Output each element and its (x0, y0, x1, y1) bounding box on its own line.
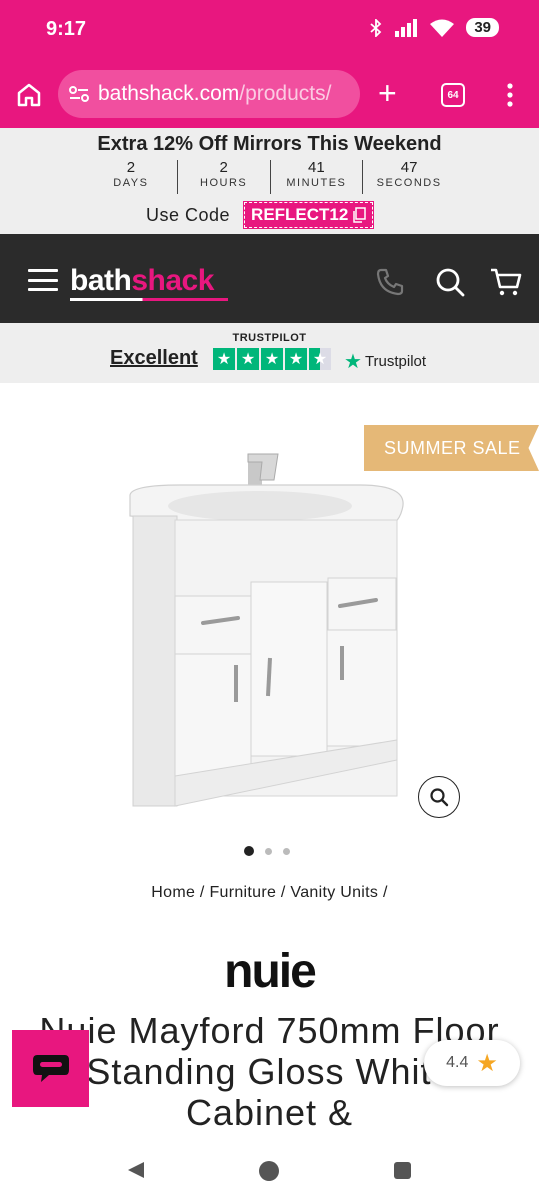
wifi-icon (430, 19, 455, 37)
url-text: bathshack.com/products/ (98, 82, 331, 106)
bluetooth-icon (370, 18, 382, 37)
carousel-dot[interactable] (265, 847, 272, 855)
review-rating: 4.4 (446, 1054, 469, 1071)
system-nav-bar (0, 1140, 539, 1200)
trustpilot-heading: TRUSTPILOT (232, 332, 307, 344)
logo-underline (70, 298, 228, 301)
zoom-button[interactable] (418, 776, 460, 818)
back-icon[interactable] (126, 1160, 146, 1180)
search-icon[interactable] (434, 266, 466, 298)
image-carousel-dots (244, 846, 290, 856)
trustpilot-brand: Trustpilot (364, 353, 427, 370)
logo-shack: shack (131, 264, 214, 297)
phone-icon[interactable] (374, 266, 406, 298)
trustpilot-bar[interactable]: TRUSTPILOT Excellent ★ ★ ★ ★ ★ ★ Trustpil… (0, 323, 539, 383)
trustpilot-stars: ★ ★ ★ ★ ★ (213, 348, 331, 370)
breadcrumb: Home / Furniture / Vanity Units / (151, 884, 388, 901)
chat-icon (32, 1054, 69, 1082)
copy-icon (353, 207, 367, 223)
promo-banner: Extra 12% Off Mirrors This Weekend 2 DAYS… (0, 128, 539, 234)
promo-code-label: Use Code (146, 204, 231, 225)
breadcrumb-furniture[interactable]: Furniture (209, 884, 276, 901)
status-bar: 9:17 39 (0, 0, 539, 62)
countdown-seconds: 47 SECONDS (363, 160, 455, 194)
browser-toolbar: bathshack.com/products/ + 64 (0, 62, 539, 128)
promo-code-row: Use Code REFLECT12 (146, 201, 375, 229)
url-path: /products/ (239, 82, 332, 105)
trustpilot-rating-text: Excellent (110, 347, 198, 369)
countdown-value: 2 (126, 159, 136, 176)
countdown-value: 41 (308, 159, 325, 176)
logo-bath: bath (70, 264, 132, 297)
promo-title: Extra 12% Off Mirrors This Weekend (97, 133, 442, 155)
star-icon: ★ (237, 348, 259, 370)
trustpilot-logo: ★ Trustpilot (344, 349, 426, 374)
countdown-label: DAYS (113, 177, 149, 189)
countdown-value: 47 (400, 159, 418, 176)
countdown-minutes: 41 MINUTES (271, 160, 364, 194)
star-icon: ★ (213, 348, 235, 370)
url-domain: bathshack.com (98, 82, 240, 105)
star-icon: ★ (285, 348, 307, 370)
brand-logo[interactable]: nuie (0, 944, 539, 999)
product-image[interactable] (120, 440, 420, 820)
address-bar[interactable]: bathshack.com/products/ (58, 70, 360, 118)
cart-icon[interactable] (490, 266, 522, 298)
status-time: 9:17 (46, 18, 87, 40)
countdown-value: 2 (219, 159, 228, 176)
battery-indicator: 39 (466, 18, 499, 37)
trustpilot-star-icon: ★ (344, 351, 362, 373)
status-icons: 39 (370, 18, 499, 37)
promo-code-button[interactable]: REFLECT12 (243, 201, 375, 229)
breadcrumb-home[interactable]: Home (151, 884, 195, 901)
countdown-days: 2 DAYS (85, 160, 178, 194)
home-nav-icon[interactable] (259, 1161, 279, 1181)
site-header: bathshack (0, 234, 539, 323)
countdown-timer: 2 DAYS 2 HOURS 41 MINUTES 47 SECONDS (85, 160, 455, 194)
new-tab-icon[interactable]: + (378, 76, 397, 110)
reviews-widget[interactable]: 4.4 ★ (424, 1040, 520, 1086)
hamburger-menu-icon[interactable] (28, 269, 58, 291)
countdown-label: MINUTES (286, 177, 347, 189)
site-logo[interactable]: bathshack (70, 264, 214, 298)
countdown-label: SECONDS (376, 177, 442, 189)
countdown-hours: 2 HOURS (178, 160, 271, 194)
zoom-icon (430, 788, 449, 807)
promo-code-text: REFLECT12 (251, 205, 349, 224)
site-settings-icon[interactable] (68, 85, 90, 103)
breadcrumb-vanity-units[interactable]: Vanity Units (290, 884, 378, 901)
chat-button[interactable] (12, 1030, 89, 1107)
star-icon: ★ (261, 348, 283, 370)
home-icon[interactable] (15, 81, 43, 109)
tab-switcher-button[interactable]: 64 (441, 83, 465, 107)
recent-apps-icon[interactable] (394, 1162, 411, 1179)
countdown-label: HOURS (200, 177, 248, 189)
carousel-dot[interactable] (283, 847, 290, 855)
half-star-icon: ★ (309, 348, 331, 370)
star-icon: ★ (476, 1049, 498, 1077)
carousel-dot[interactable] (244, 846, 254, 856)
signal-icon (395, 18, 418, 37)
more-menu-icon[interactable] (500, 82, 520, 108)
